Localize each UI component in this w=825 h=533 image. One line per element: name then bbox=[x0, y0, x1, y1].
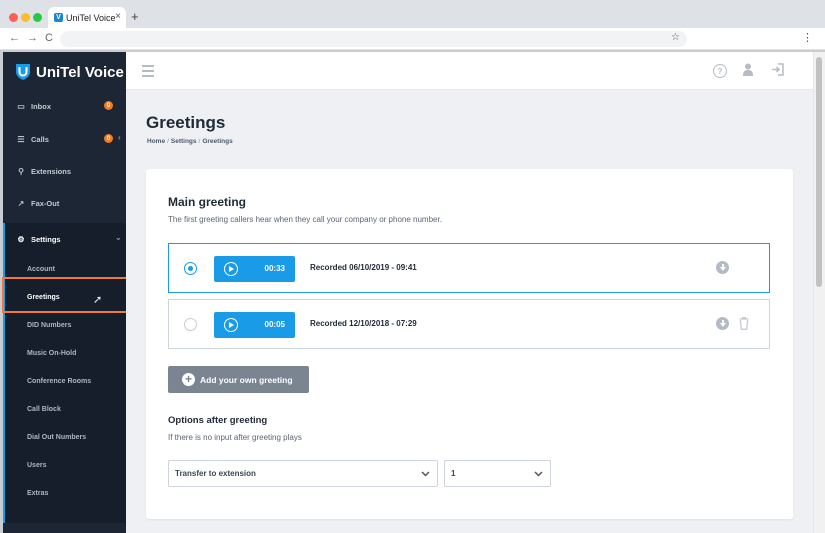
sidebar-item-label: Fax-Out bbox=[31, 198, 60, 208]
chevron-down-icon bbox=[421, 471, 430, 477]
submenu-dial-out-numbers[interactable]: Dial Out Numbers bbox=[3, 426, 126, 448]
submenu-extras[interactable]: Extras bbox=[3, 482, 126, 504]
browser-tab[interactable]: V UniTel Voice × bbox=[48, 7, 126, 28]
greeting-radio[interactable] bbox=[184, 318, 197, 331]
sidebar-item-label: Settings bbox=[31, 234, 61, 244]
play-button[interactable]: 00:33 bbox=[214, 256, 295, 282]
inbox-icon: ▭ bbox=[17, 101, 25, 111]
greeting-row[interactable]: 00:33 Recorded 06/10/2019 - 09:41 bbox=[168, 243, 770, 293]
download-icon[interactable] bbox=[716, 317, 729, 330]
greeting-recorded-label: Recorded 06/10/2019 - 09:41 bbox=[310, 263, 417, 272]
tab-title: UniTel Voice bbox=[66, 12, 116, 23]
add-greeting-label: Add your own greeting bbox=[200, 374, 293, 385]
close-tab-icon[interactable]: × bbox=[115, 12, 121, 22]
hierarchy-icon: ⚲ bbox=[18, 166, 24, 176]
sidebar-item-calls[interactable]: ☰ Calls 0 ‹ bbox=[3, 128, 126, 150]
chevron-down-icon bbox=[534, 471, 543, 477]
greeting-duration: 00:33 bbox=[264, 264, 285, 273]
browser-tab-strip: V UniTel Voice × + bbox=[0, 0, 825, 28]
breadcrumb-separator: / bbox=[167, 138, 169, 145]
add-greeting-button[interactable]: + Add your own greeting bbox=[168, 366, 309, 393]
breadcrumb: Home / Settings / Greetings bbox=[147, 138, 233, 145]
sidebar-item-label: Extensions bbox=[31, 166, 72, 176]
select-value: Transfer to extension bbox=[175, 469, 256, 478]
hamburger-menu-icon[interactable] bbox=[142, 65, 154, 80]
new-tab-button[interactable]: + bbox=[131, 10, 139, 23]
breadcrumb-home[interactable]: Home bbox=[147, 138, 165, 145]
sidebar-item-fax-out[interactable]: ↗ Fax-Out bbox=[3, 192, 126, 214]
scrollbar-thumb[interactable] bbox=[816, 57, 822, 287]
calls-count-badge: 0 bbox=[104, 134, 113, 143]
sidebar-item-label: Calls bbox=[31, 134, 49, 144]
select-value: 1 bbox=[451, 469, 456, 478]
page-title: Greetings bbox=[146, 113, 226, 132]
play-button[interactable]: 00:05 bbox=[214, 312, 295, 338]
minimize-window-button[interactable] bbox=[21, 13, 30, 22]
sidebar-item-inbox[interactable]: ▭ Inbox 0 bbox=[3, 95, 126, 117]
sidebar-item-settings[interactable]: ⚙ Settings ⌄ bbox=[3, 228, 126, 250]
brand-name: UniTel Voice bbox=[36, 63, 124, 81]
download-icon[interactable] bbox=[716, 261, 729, 274]
options-description: If there is no input after greeting play… bbox=[168, 433, 302, 442]
address-bar[interactable]: ☆ bbox=[60, 31, 687, 47]
chevron-down-icon: ⌄ bbox=[115, 233, 122, 242]
list-icon: ☰ bbox=[17, 134, 25, 144]
greetings-highlight-box bbox=[2, 277, 130, 313]
browser-menu-icon[interactable]: ⋮ bbox=[802, 31, 813, 44]
maximize-window-button[interactable] bbox=[33, 13, 42, 22]
logout-icon[interactable] bbox=[771, 63, 784, 79]
options-heading: Options after greeting bbox=[168, 415, 268, 426]
breadcrumb-settings[interactable]: Settings bbox=[171, 138, 197, 145]
breadcrumb-separator: / bbox=[198, 138, 201, 145]
close-window-button[interactable] bbox=[9, 13, 18, 22]
main-greeting-heading: Main greeting bbox=[168, 195, 247, 209]
greeting-duration: 00:05 bbox=[264, 320, 285, 329]
user-icon[interactable] bbox=[743, 63, 753, 79]
bookmark-star-icon[interactable]: ☆ bbox=[671, 32, 680, 43]
after-greeting-action-select[interactable]: Transfer to extension bbox=[168, 460, 438, 487]
main-greeting-description: The first greeting callers hear when the… bbox=[168, 215, 442, 224]
sidebar-item-extensions[interactable]: ⚲ Extensions bbox=[3, 160, 126, 182]
gear-icon: ⚙ bbox=[17, 234, 25, 244]
submenu-users[interactable]: Users bbox=[3, 454, 126, 476]
forward-arrow-icon[interactable]: → bbox=[27, 31, 38, 45]
inbox-count-badge: 0 bbox=[104, 101, 113, 110]
unitel-favicon-icon: V bbox=[54, 13, 63, 22]
top-bar: ? bbox=[126, 52, 813, 90]
main-content: ? Greetings Home / Settings / Greetings Main… bbox=[126, 52, 813, 533]
unitel-shield-icon bbox=[16, 64, 30, 80]
play-icon bbox=[224, 318, 238, 332]
reload-icon[interactable]: C bbox=[45, 31, 53, 45]
extension-select[interactable]: 1 bbox=[444, 460, 551, 487]
submenu-conference-rooms[interactable]: Conference Rooms bbox=[3, 370, 126, 392]
brand-logo[interactable]: UniTel Voice bbox=[15, 63, 124, 81]
plus-icon: + bbox=[182, 373, 195, 386]
play-icon bbox=[224, 262, 238, 276]
greeting-row[interactable]: 00:05 Recorded 12/10/2018 - 07:29 bbox=[168, 299, 770, 349]
submenu-call-block[interactable]: Call Block bbox=[3, 398, 126, 420]
sidebar-item-label: Inbox bbox=[31, 101, 51, 111]
submenu-did-numbers[interactable]: DID Numbers bbox=[3, 314, 126, 336]
greetings-card: Main greeting The first greeting callers… bbox=[146, 169, 793, 519]
mouse-cursor-icon: ➚ bbox=[93, 294, 103, 306]
back-arrow-icon[interactable]: ← bbox=[9, 31, 20, 45]
greeting-radio-selected[interactable] bbox=[184, 262, 197, 275]
submenu-music-on-hold[interactable]: Music On-Hold bbox=[3, 342, 126, 364]
breadcrumb-greetings: Greetings bbox=[202, 138, 233, 145]
browser-toolbar: ← → C ☆ ⋮ bbox=[0, 28, 825, 50]
trash-icon[interactable] bbox=[739, 317, 749, 330]
help-icon[interactable]: ? bbox=[713, 64, 727, 78]
external-link-icon: ↗ bbox=[17, 198, 25, 208]
chevron-left-icon: ‹ bbox=[118, 133, 121, 142]
greeting-recorded-label: Recorded 12/10/2018 - 07:29 bbox=[310, 319, 417, 328]
